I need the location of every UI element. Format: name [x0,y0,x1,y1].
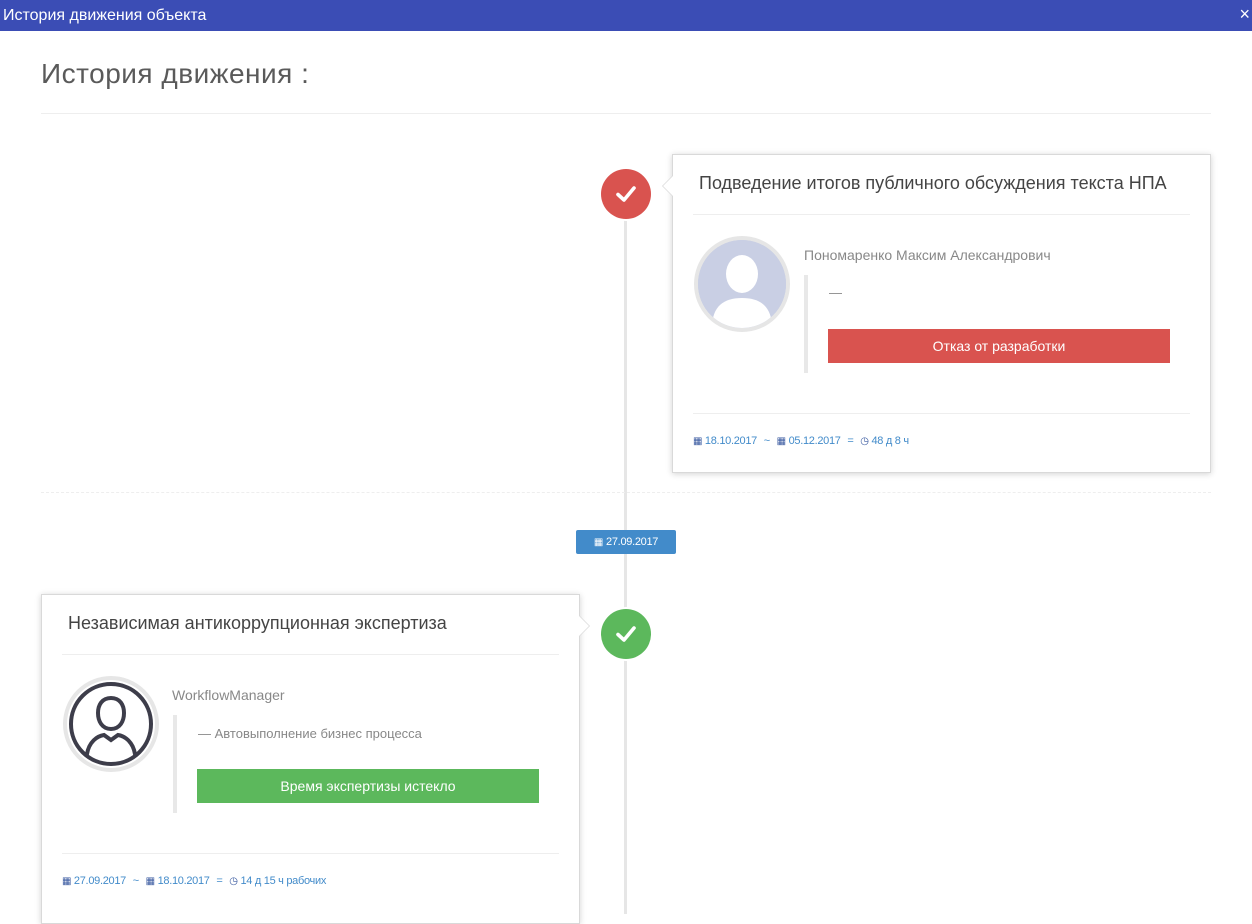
card-footer: ▦ 18.10.2017 ~ ▦ 05.12.2017 = ◷ 48 д 8 ч [693,435,909,447]
calendar-icon: ▦ [693,436,703,447]
date-separator-badge: ▦ 27.09.2017 [576,530,676,554]
card-divider [62,654,559,655]
user-name: WorkflowManager [172,687,285,703]
heading-divider [41,113,1211,114]
card-divider [693,413,1190,414]
clock-icon: ◷ [229,876,238,887]
page-heading: История движения : [41,58,310,89]
duration: 48 д 8 ч [871,435,909,447]
window-titlebar: История движения объекта × [0,0,1252,31]
comment-text: — Автовыполнение бизнес процесса [198,726,422,741]
status-label: Время экспертизы истекло [197,769,539,803]
calendar-icon: ▦ [593,537,604,548]
card-pointer [579,615,590,637]
timeline-card-2: Независимая антикоррупционная экспертиза… [41,594,590,924]
user-outline-icon [69,682,153,766]
close-icon[interactable]: × [1239,0,1250,29]
check-icon [601,609,651,659]
duration: 14 д 15 ч рабочих [240,875,327,887]
avatar [694,236,790,332]
window-title: История движения объекта [3,7,207,24]
user-silhouette-icon [698,240,786,328]
timeline-card-1: Подведение итогов публичного обсуждения … [662,154,1211,473]
start-date: 18.10.2017 [704,435,757,447]
calendar-icon: ▦ [776,436,786,447]
comment-text: — [829,285,842,300]
card-footer: ▦ 27.09.2017 ~ ▦ 18.10.2017 = ◷ 14 д 15 … [62,875,327,887]
end-date: 18.10.2017 [157,875,210,887]
calendar-icon: ▦ [145,876,155,887]
user-name: Пономаренко Максим Александрович [804,247,1051,263]
start-date: 27.09.2017 [73,875,126,887]
calendar-icon: ▦ [62,876,72,887]
avatar [63,676,159,772]
timeline-divider [41,492,1211,493]
card-divider [62,853,559,854]
card-title: Независимая антикоррупционная экспертиза [68,613,447,633]
status-label: Отказ от разработки [828,329,1170,363]
card-title: Подведение итогов публичного обсуждения … [699,173,1167,193]
card-divider [693,214,1190,215]
clock-icon: ◷ [860,436,869,447]
quote-bar [804,275,808,373]
check-icon [601,169,651,219]
card-pointer [662,175,673,197]
quote-bar [173,715,177,813]
end-date: 05.12.2017 [788,435,841,447]
